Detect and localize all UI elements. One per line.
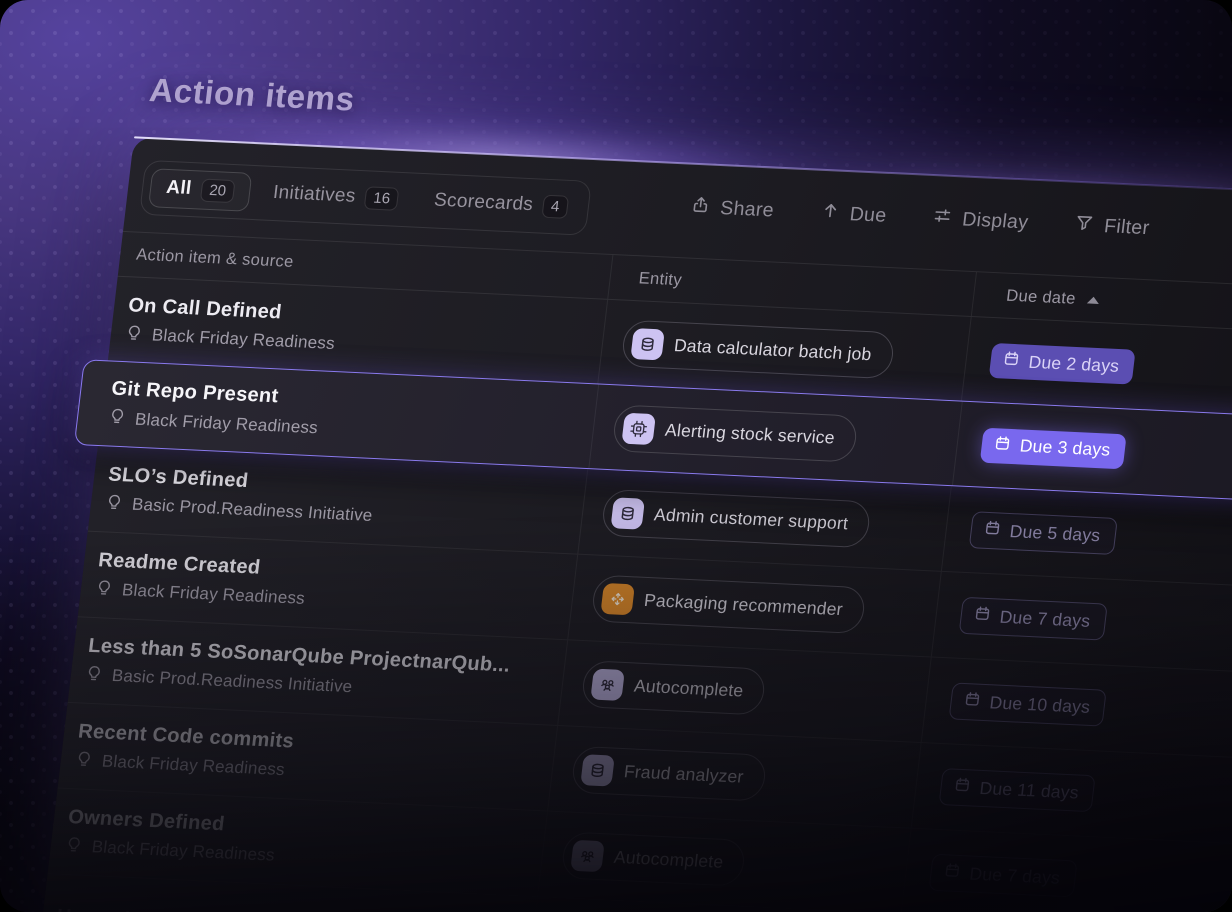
tab-all-label: All: [165, 177, 193, 200]
action-item-source: Basic Prod.Readiness Initiative: [131, 495, 374, 526]
share-icon: [689, 194, 712, 221]
tab-all-count: 20: [200, 178, 235, 202]
tab-scorecards-label: Scorecards: [433, 190, 535, 217]
filter-button[interactable]: Filter: [1073, 212, 1151, 241]
share-label: Share: [719, 197, 775, 222]
entity-chip[interactable]: Alerting stock service: [612, 404, 859, 462]
calendar-icon: [962, 690, 982, 713]
action-item-source: Black Friday Readiness: [101, 752, 286, 781]
entity-label: Admin customer support: [653, 504, 849, 534]
entity-chip[interactable]: Data calculator batch job: [620, 320, 895, 379]
sort-due-button[interactable]: Due: [818, 200, 888, 229]
tab-all[interactable]: All 20: [148, 168, 252, 212]
lightbulb-icon: [84, 663, 105, 687]
due-badge[interactable]: Due 2 days: [989, 343, 1135, 385]
database-icon: [580, 754, 615, 786]
due-badge[interactable]: Due 5 days: [969, 511, 1118, 555]
lightbulb-icon: [74, 749, 95, 773]
lightbulb-icon: [124, 323, 145, 347]
table-body: On Call Defined Black Friday Readiness D…: [37, 277, 1232, 912]
filter-icon: [1073, 212, 1096, 239]
action-item-title: Owners Defined: [67, 806, 226, 836]
due-badge[interactable]: Due 10 days: [949, 683, 1108, 727]
entity-chip[interactable]: Autocomplete: [560, 831, 747, 886]
entity-chip[interactable]: Fraud analyzer: [570, 746, 767, 802]
action-item-title: Git Repo Present: [110, 378, 280, 409]
tab-group: All 20 Initiatives 16 Scorecards 4: [139, 159, 591, 235]
due-label: Due 7 days: [968, 863, 1061, 888]
chip-icon: [621, 412, 656, 444]
lightbulb-icon: [64, 834, 85, 858]
move-arrows-icon: [600, 583, 635, 615]
due-label: Due 2 days: [1028, 351, 1121, 376]
share-button[interactable]: Share: [689, 194, 775, 224]
lightbulb-icon: [94, 578, 115, 602]
entity-label: Autocomplete: [633, 676, 745, 702]
database-icon: [630, 328, 665, 360]
arrow-up-icon: [818, 200, 841, 227]
action-item-source: Black Friday Readiness: [91, 837, 276, 866]
display-label: Display: [961, 208, 1030, 234]
calendar-icon: [952, 776, 972, 799]
entity-label: Packaging recommender: [643, 590, 844, 620]
users-icon: [570, 840, 605, 872]
users-icon: [590, 669, 625, 701]
action-item-source: Basic Prod.Readiness Initiative: [111, 666, 354, 697]
calendar-icon: [973, 604, 993, 627]
due-label: Due 3 days: [1019, 435, 1112, 460]
tab-scorecards[interactable]: Scorecards 4: [419, 181, 583, 225]
due-badge[interactable]: Due 7 days: [928, 854, 1077, 898]
database-icon: [610, 497, 645, 529]
action-item-source: Black Friday Readiness: [134, 409, 319, 438]
action-item-title: Has a d...: [55, 906, 148, 912]
entity-chip[interactable]: Packaging recommender: [590, 575, 866, 635]
hero-scene: Action items All 20 Initiatives 16 Score…: [0, 0, 1232, 912]
due-badge[interactable]: Due 3 days: [980, 427, 1126, 469]
sort-due-label: Due: [848, 203, 887, 228]
action-item-source: Black Friday Readiness: [151, 325, 336, 354]
action-item-title: On Call Defined: [127, 294, 283, 324]
lightbulb-icon: [104, 492, 125, 516]
lightbulb-icon: [107, 406, 128, 430]
entity-label: Alerting stock service: [664, 419, 836, 448]
display-button[interactable]: Display: [931, 205, 1030, 235]
action-item-title: Readme Created: [97, 549, 262, 580]
tab-scorecards-count: 4: [542, 194, 569, 218]
entity-label: Fraud analyzer: [623, 761, 745, 788]
filter-label: Filter: [1103, 215, 1151, 240]
due-label: Due 7 days: [999, 606, 1092, 631]
due-badge[interactable]: Due 11 days: [939, 768, 1096, 812]
due-badge[interactable]: Due 7 days: [959, 597, 1108, 641]
triangle-up-icon: [1087, 296, 1100, 304]
tab-initiatives-count: 16: [364, 186, 399, 210]
due-label: Due 5 days: [1009, 521, 1102, 546]
entity-chip[interactable]: Autocomplete: [580, 660, 767, 715]
action-item-source: Black Friday Readiness: [121, 580, 306, 609]
tab-initiatives[interactable]: Initiatives 16: [258, 174, 413, 218]
tab-initiatives-label: Initiatives: [272, 182, 357, 208]
calendar-icon: [1001, 350, 1021, 373]
toolbar: Share Due Display Filter: [689, 194, 1151, 242]
due-label: Due 11 days: [978, 777, 1080, 803]
calendar-icon: [983, 519, 1003, 542]
sliders-icon: [931, 205, 954, 232]
calendar-icon: [942, 861, 962, 884]
entity-label: Autocomplete: [613, 847, 725, 873]
action-items-panel: All 20 Initiatives 16 Scorecards 4: [16, 137, 1232, 912]
calendar-icon: [993, 434, 1013, 457]
action-item-title: SLO’s Defined: [107, 463, 249, 492]
due-label: Due 10 days: [989, 692, 1092, 718]
entity-label: Data calculator batch job: [673, 335, 873, 365]
entity-chip[interactable]: Admin customer support: [601, 489, 872, 548]
action-item-title: Recent Code commits: [77, 720, 295, 753]
